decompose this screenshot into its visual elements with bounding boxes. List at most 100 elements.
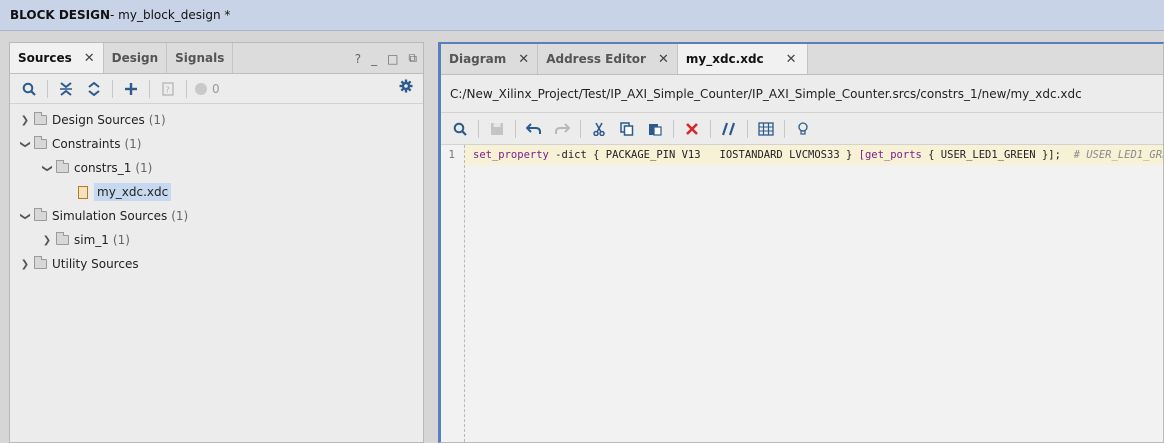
tab-label: my_xdc.xdc [685,52,764,66]
tab-design[interactable]: Design [104,43,168,73]
toolbar-separator [580,119,581,138]
tab-address-editor[interactable]: Address Editor ✕ [538,44,678,74]
tree-item-count: (1) [124,137,142,151]
tree-item-count: (1) [148,113,166,127]
maximize-icon[interactable]: □ [387,52,398,66]
tree-item-utility-sources[interactable]: ❯ Utility Sources [10,252,423,276]
chevron-down-icon[interactable]: ❯ [20,137,31,151]
editor-panel: Diagram ✕ Address Editor ✕ my_xdc.xdc ✕ … [438,42,1164,443]
sources-panel: Sources ✕ Design Signals ? _ □ ⧉ ? 0 ❯ D… [9,42,424,443]
add-sources-icon[interactable] [118,77,144,101]
code-line[interactable]: set_property -dict { PACKAGE_PIN V13 IOS… [465,145,1163,165]
tree-item-simulation-sources[interactable]: ❯ Simulation Sources (1) [10,204,423,228]
tab-sources[interactable]: Sources ✕ [10,43,104,73]
folder-icon [56,160,69,173]
code-text: { USER_LED1_GREEN }]; [921,149,1074,161]
close-icon[interactable]: ✕ [518,52,529,67]
float-icon[interactable]: ⧉ [408,51,417,66]
collapse-all-icon[interactable] [53,77,79,101]
gear-icon[interactable] [399,79,413,97]
tab-label: Design [111,51,159,65]
tab-label: Address Editor [546,52,646,66]
toolbar-separator [747,119,748,138]
column-select-icon[interactable] [753,117,779,141]
folder-icon [34,136,47,149]
help-icon[interactable]: ? [355,52,361,66]
sources-tree: ❯ Design Sources (1) ❯ Constraints (1) ❯… [10,104,423,276]
minimize-icon[interactable]: _ [371,52,377,66]
tree-item-label: constrs_1 [74,161,132,175]
tree-item-constraints[interactable]: ❯ Constraints (1) [10,132,423,156]
folder-icon [34,208,47,221]
xdc-file-icon [78,185,88,199]
window-title: BLOCK DESIGN [10,8,111,22]
paste-icon[interactable] [642,117,668,141]
tree-item-sim-1[interactable]: ❯ sim_1 (1) [10,228,423,252]
chevron-right-icon[interactable]: ❯ [40,235,54,246]
properties-icon[interactable]: ? [155,77,181,101]
tree-item-label: Simulation Sources [52,209,168,223]
chevron-right-icon[interactable]: ❯ [18,115,32,126]
toolbar-separator [186,79,187,98]
toggle-comment-icon[interactable] [716,117,742,141]
chevron-right-icon[interactable]: ❯ [18,259,32,270]
tab-label: Sources [18,51,72,65]
tree-item-label: sim_1 [74,233,109,247]
toolbar-separator [112,79,113,98]
close-icon[interactable]: ✕ [84,51,95,66]
redo-icon[interactable] [549,117,575,141]
tab-my-xdc[interactable]: my_xdc.xdc ✕ [677,44,808,74]
toolbar-separator [149,79,150,98]
tree-item-design-sources[interactable]: ❯ Design Sources (1) [10,108,423,132]
line-number-gutter: 1 [441,145,465,442]
copy-icon[interactable] [614,117,640,141]
tree-item-label: Design Sources [52,113,145,127]
code-editor[interactable]: 1 set_property -dict { PACKAGE_PIN V13 I… [441,145,1163,442]
tab-label: Diagram [449,52,507,66]
tree-item-count: (1) [112,233,130,247]
expand-all-icon[interactable] [81,77,107,101]
tab-diagram[interactable]: Diagram ✕ [441,44,539,74]
undo-icon[interactable] [521,117,547,141]
tree-item-label: Utility Sources [52,257,139,271]
cut-icon[interactable] [586,117,612,141]
folder-icon [56,232,69,245]
lightbulb-icon[interactable] [790,117,816,141]
code-keyword: set_property [473,149,549,161]
tab-label: Signals [175,51,225,65]
tab-signals[interactable]: Signals [167,43,234,73]
tree-item-label: Constraints [52,137,121,151]
close-icon[interactable]: ✕ [658,52,669,67]
sources-toolbar: ? 0 [10,74,423,104]
toolbar-separator [673,119,674,138]
code-text: -dict { PACKAGE_PIN V13 IOSTANDARD LVCMO… [548,149,859,161]
toolbar-separator [515,119,516,138]
toolbar-separator [784,119,785,138]
tree-item-count: (1) [135,161,153,175]
status-circle-icon [192,77,210,101]
chevron-down-icon[interactable]: ❯ [20,209,31,223]
panel-window-actions: ? _ □ ⧉ [355,43,417,74]
code-comment: # USER_LED1_GREEN [1073,149,1163,161]
search-icon[interactable] [16,77,42,101]
tree-item-label: my_xdc.xdc [94,183,172,201]
file-path: C:/New_Xilinx_Project/Test/IP_AXI_Simple… [450,86,1082,101]
window-subtitle: - my_block_design * [110,8,231,22]
toolbar-separator [710,119,711,138]
code-keyword: [get_ports [858,149,922,161]
chevron-down-icon[interactable]: ❯ [42,161,53,175]
close-icon[interactable]: ✕ [786,52,797,67]
toolbar-separator [47,79,48,98]
window-title-bar: BLOCK DESIGN - my_block_design * [0,0,1164,31]
tree-item-constrs-1[interactable]: ❯ constrs_1 (1) [10,156,423,180]
tree-item-my-xdc[interactable]: my_xdc.xdc [10,180,423,204]
delete-icon[interactable] [679,117,705,141]
tree-item-count: (1) [171,209,189,223]
search-icon[interactable] [447,117,473,141]
save-icon[interactable] [484,117,510,141]
toolbar-separator [478,119,479,138]
editor-tab-bar: Diagram ✕ Address Editor ✕ my_xdc.xdc ✕ [441,44,1163,75]
folder-icon [34,256,47,269]
line-number: 1 [448,148,455,161]
sources-tab-bar: Sources ✕ Design Signals ? _ □ ⧉ [10,43,423,74]
